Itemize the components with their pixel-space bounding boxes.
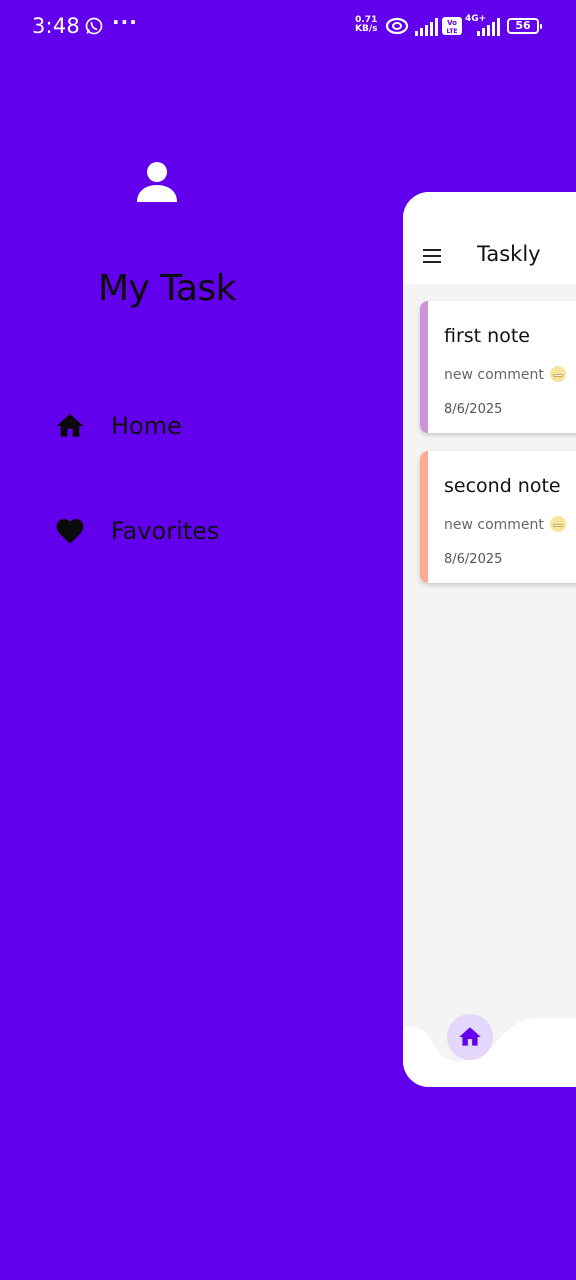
note-title: first note — [444, 325, 530, 347]
note-date: 8/6/2025 — [444, 552, 503, 567]
note-card[interactable]: second note new comment 8/6/2025 — [420, 451, 576, 583]
home-icon — [459, 1027, 481, 1046]
note-accent — [420, 301, 428, 433]
note-title: second note — [444, 475, 561, 497]
svg-text:LTE: LTE — [446, 28, 457, 35]
hotspot-link-icon — [385, 17, 409, 35]
grin-emoji-icon — [549, 366, 566, 382]
battery-indicator: 56 — [507, 18, 542, 34]
home-icon — [56, 414, 84, 437]
menu-icon[interactable] — [423, 248, 443, 264]
status-bar: 3:48 ··· 0.71 KB/s Vo LTE 4G+ 56 — [0, 0, 576, 54]
main-screen-preview[interactable]: Taskly first note new comment 8/6/2025 s… — [403, 192, 576, 1087]
account-avatar-icon — [137, 162, 177, 202]
svg-text:Vo: Vo — [447, 19, 457, 27]
drawer-item-label: Favorites — [111, 517, 220, 545]
note-date: 8/6/2025 — [444, 402, 503, 417]
grin-emoji-icon — [549, 516, 566, 532]
bottom-nav-home-button[interactable] — [447, 1014, 493, 1060]
signal-strength-icon-2 — [477, 18, 500, 36]
app-title: Taskly — [477, 242, 541, 266]
whatsapp-icon — [85, 17, 103, 35]
drawer-item-home[interactable]: Home — [54, 404, 182, 448]
note-comment: new comment — [444, 516, 566, 533]
status-time: 3:48 — [32, 14, 80, 38]
note-comment: new comment — [444, 366, 566, 383]
more-notifications-icon: ··· — [112, 10, 138, 34]
drawer-title: My Task — [98, 268, 237, 309]
note-accent — [420, 451, 428, 583]
heart-icon — [56, 519, 84, 544]
volte-icon: Vo LTE — [442, 17, 462, 35]
signal-strength-icon — [415, 18, 438, 36]
drawer-item-favorites[interactable]: Favorites — [54, 509, 219, 553]
network-speed: 0.71 KB/s — [355, 15, 378, 34]
app-bar: Taskly — [403, 192, 576, 284]
note-card[interactable]: first note new comment 8/6/2025 — [420, 301, 576, 433]
drawer-item-label: Home — [111, 412, 182, 440]
